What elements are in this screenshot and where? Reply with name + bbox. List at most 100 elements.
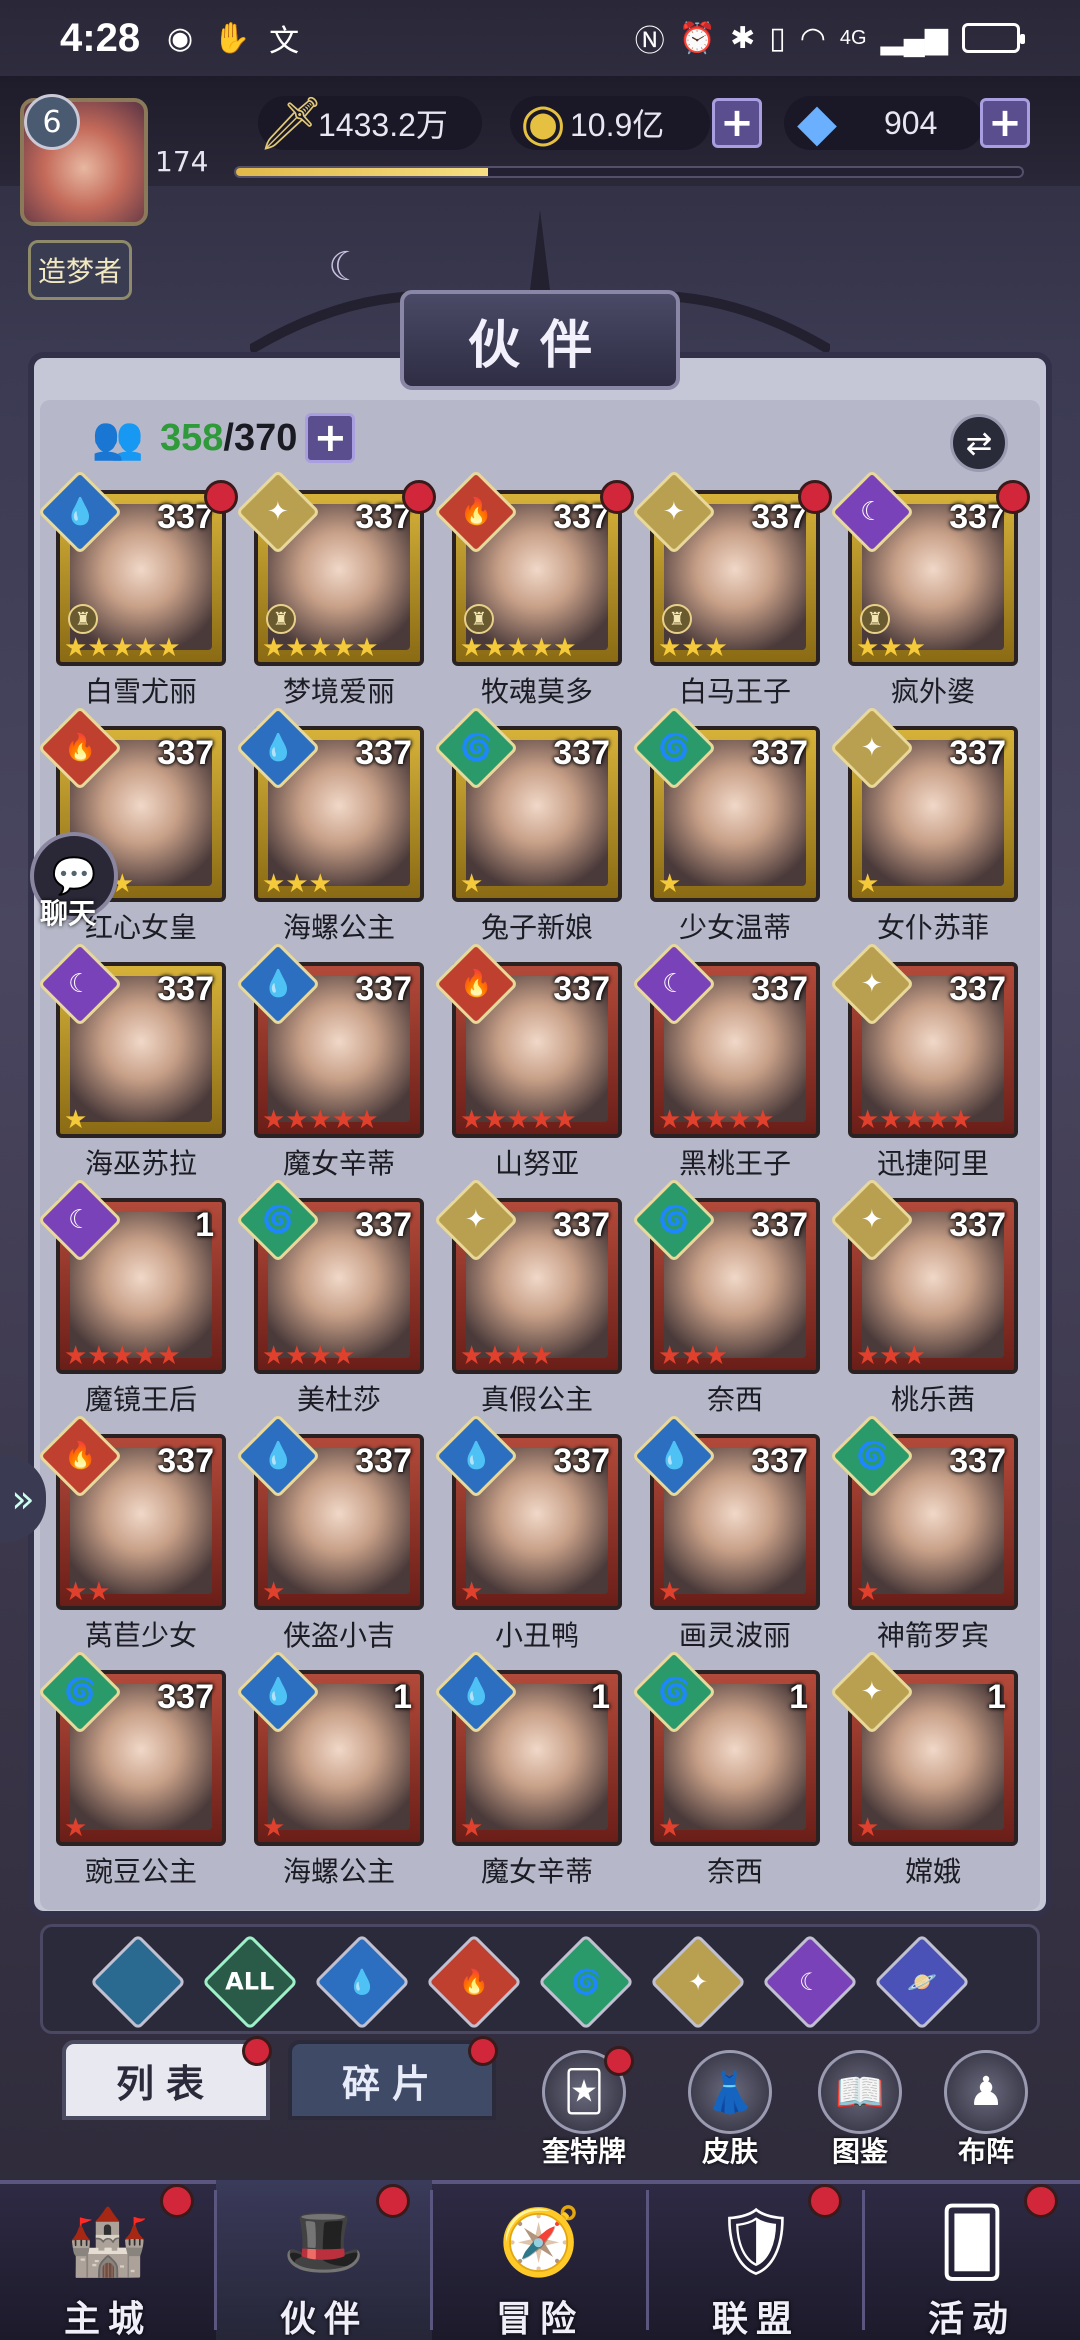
nav-item[interactable]: 🂠 活动	[864, 2180, 1080, 2340]
filter-cosmic-label: 🪐	[907, 1967, 937, 1996]
hero-card[interactable]: 337 ♜ ★★★★★ ✦ 梦境爱丽	[235, 469, 436, 720]
hero-card[interactable]: 337 ★★★★ ✦ 真假公主	[433, 1177, 626, 1428]
network-label: 4G	[839, 26, 867, 49]
hero-level: 337	[553, 1442, 610, 1480]
hero-card[interactable]: 337 ♜ ★★★★★ 🔥 牧魂莫多	[433, 469, 634, 720]
nav-label: 伙伴	[279, 2299, 368, 2340]
nav-reddot	[376, 2184, 410, 2218]
hero-stars: ★★★★	[262, 1341, 356, 1371]
hero-stars: ★	[64, 1813, 88, 1843]
nfc-icon: Ⓝ	[634, 25, 665, 58]
hero-name: 侠盗小吉	[282, 1619, 395, 1652]
hero-card[interactable]: 337 ★ 🌀 神箭罗宾	[829, 1413, 1022, 1664]
hero-card[interactable]: 337 ★ ☾ 海巫苏拉	[37, 941, 230, 1192]
tool-label: 奎特牌	[541, 2135, 626, 2168]
hero-stars: ★★★	[262, 869, 332, 899]
hero-card[interactable]: 337 ★★★★★ 🔥 山努亚	[433, 941, 626, 1192]
tab-fragments[interactable]: 碎片	[288, 2036, 498, 2120]
tool-button[interactable]: 👗 皮肤	[670, 2050, 790, 2170]
hero-card[interactable]: 337 ★★★★★ ✦ 迅捷阿里	[829, 941, 1022, 1192]
nav-icon: 🧭	[498, 2203, 582, 2280]
diamond-value: 904	[884, 104, 938, 141]
nav-divider	[862, 2190, 865, 2330]
nav-label: 联盟	[711, 2299, 800, 2340]
formation-icon: ♜	[68, 604, 98, 634]
hero-stars: ★★★	[856, 1341, 926, 1371]
filter-dark-label: ☾	[799, 1967, 821, 1996]
add-gold-button[interactable]: +	[712, 98, 762, 148]
hero-card[interactable]: 337 ★★★ 💧 海螺公主	[235, 705, 428, 956]
nav-item[interactable]: 🧭 冒险	[432, 2180, 648, 2340]
hero-level: 1	[789, 1678, 808, 1716]
hero-card[interactable]: 337 ★ 💧 画灵波丽	[631, 1413, 824, 1664]
tool-icon: ♟	[944, 2050, 1028, 2134]
notification-icon: ◉	[166, 21, 194, 55]
hero-card[interactable]: 1 ★ ✦ 嫦娥	[829, 1649, 1022, 1900]
roster-owned: 358	[160, 416, 224, 459]
status-bar: 4:28 ◉ ✋ 文 Ⓝ ⏰ ✱ ▯ ◠ 4G ▂▄▆	[0, 0, 1080, 76]
hero-name: 迅捷阿里	[876, 1147, 989, 1180]
expand-roster-button[interactable]: +	[305, 413, 356, 463]
filter-water-label: 💧	[347, 1967, 377, 1996]
hero-reddot	[798, 480, 832, 514]
hero-reddot	[402, 480, 436, 514]
nav-reddot	[808, 2184, 842, 2218]
hero-name: 莴苣少女	[84, 1619, 197, 1652]
nav-label: 活动	[927, 2299, 1016, 2340]
hero-card[interactable]: 1 ★★★★★ ☾ 魔镜王后	[37, 1177, 230, 1428]
tab-list[interactable]: 列表	[62, 2036, 272, 2120]
hero-name: 女仆苏菲	[876, 911, 989, 944]
status-indicators: Ⓝ ⏰ ✱ ▯ ◠ 4G ▂▄▆	[634, 16, 1025, 60]
hero-name: 海螺公主	[282, 911, 395, 944]
nav-item[interactable]: 🏰 主城	[0, 2180, 216, 2340]
hero-card[interactable]: 337 ♜ ★★★ ✦ 白马王子	[631, 469, 832, 720]
hero-name: 奈西	[706, 1855, 763, 1888]
hero-card[interactable]: 337 ★ 🌀 兔子新娘	[433, 705, 626, 956]
player-avatar[interactable]: 6	[8, 88, 158, 238]
hero-card[interactable]: 337 ★★★★★ 💧 魔女辛蒂	[235, 941, 428, 1192]
hero-card[interactable]: 337 ★ ✦ 女仆苏菲	[829, 705, 1022, 956]
hero-card[interactable]: 1 ★ 💧 海螺公主	[235, 1649, 428, 1900]
chat-bubble-icon: 💬	[51, 856, 97, 897]
wifi-icon: ◠	[799, 21, 826, 55]
hero-reddot	[996, 480, 1030, 514]
tool-button[interactable]: ♟ 布阵	[926, 2050, 1046, 2170]
hero-name: 白雪尤丽	[84, 675, 197, 708]
nav-item[interactable]: 🛡 联盟	[648, 2180, 864, 2340]
hero-card[interactable]: 337 ♜ ★★★★★ 💧 白雪尤丽	[37, 469, 238, 720]
tool-label: 布阵	[957, 2135, 1014, 2168]
hero-card[interactable]: 1 ★ 💧 魔女辛蒂	[433, 1649, 626, 1900]
hero-card[interactable]: 337 ★★★★ 🌀 美杜莎	[235, 1177, 428, 1428]
hero-card[interactable]: 337 ★★★ ✦ 桃乐茜	[829, 1177, 1022, 1428]
hero-level: 337	[751, 970, 808, 1008]
hero-card[interactable]: 337 ★ 💧 侠盗小吉	[235, 1413, 428, 1664]
app-icon: ✋	[213, 21, 251, 55]
hero-card[interactable]: 337 ★ 🌀 少女温蒂	[631, 705, 824, 956]
hero-level: 337	[949, 1442, 1006, 1480]
swap-sort-button[interactable]: ⇄	[950, 414, 1008, 472]
hero-stars: ★	[658, 1813, 682, 1843]
tool-button[interactable]: 🃏 奎特牌	[524, 2046, 644, 2170]
hero-stars: ★	[856, 1813, 880, 1843]
hero-card[interactable]: 337 ★★ 🔥 莴苣少女	[37, 1413, 230, 1664]
hero-card[interactable]: 337 ★★★ 🌀 奈西	[631, 1177, 824, 1428]
battery-icon	[962, 23, 1025, 53]
player-title-badge[interactable]: 造梦者	[28, 240, 132, 300]
hero-card[interactable]: 1 ★ 🌀 奈西	[631, 1649, 824, 1900]
tool-button[interactable]: 📖 图鉴	[800, 2050, 920, 2170]
status-time: 4:28	[60, 15, 141, 60]
hero-stars: ★★★	[658, 1341, 728, 1371]
add-diamond-button[interactable]: +	[980, 98, 1030, 148]
hero-name: 梦境爱丽	[282, 675, 395, 708]
exp-bar-fill	[236, 168, 488, 176]
hero-level: 337	[949, 970, 1006, 1008]
formation-icon: ♜	[266, 604, 296, 634]
hero-card[interactable]: 337 ★ 🌀 豌豆公主	[37, 1649, 230, 1900]
nav-item[interactable]: 🎩 伙伴	[216, 2180, 432, 2340]
tab-list-reddot	[242, 2036, 272, 2066]
hero-level: 337	[157, 734, 214, 772]
bluetooth-icon: ✱	[730, 21, 756, 55]
hero-card[interactable]: 337 ♜ ★★★ ☾ 疯外婆	[829, 469, 1030, 720]
hero-card[interactable]: 337 ★ 💧 小丑鸭	[433, 1413, 626, 1664]
hero-card[interactable]: 337 ★★★★★ ☾ 黑桃王子	[631, 941, 824, 1192]
